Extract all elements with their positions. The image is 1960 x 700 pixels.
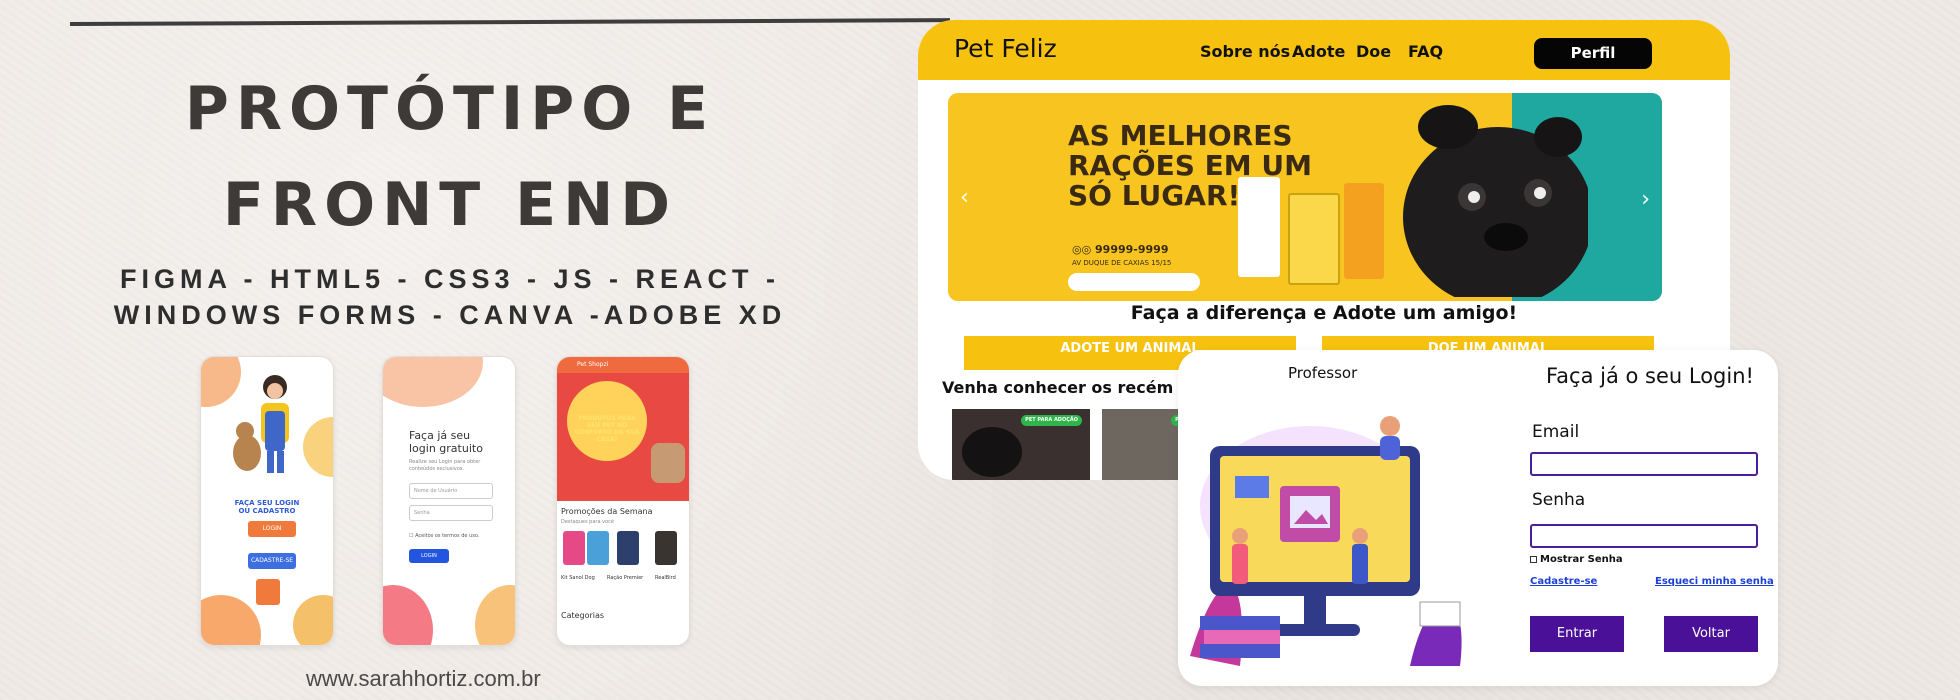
top-divider <box>69 18 951 26</box>
hero-title-line1: PROTÓTIPO E <box>184 74 716 144</box>
food-bag <box>1344 183 1384 279</box>
login-title: Faça já o seu Login! <box>1546 364 1754 388</box>
phone-mockup-login-form: Faça já seu login gratuito Realize seu L… <box>382 356 516 646</box>
pet-shopzi-logo <box>256 579 280 605</box>
decorative-blob <box>475 585 515 645</box>
cat-photo <box>962 427 1022 477</box>
product-name: Ração Premier <box>607 575 644 581</box>
hero-title-line2: FRONT END <box>222 170 678 240</box>
product-name: Kit Sanol Dog <box>561 575 595 581</box>
phone2-password-input[interactable]: Senha <box>409 505 493 521</box>
phone-mockup-pet-shop: Pet Shopzi PRODUTOS PARA SEU PET NO CONF… <box>556 356 690 646</box>
phone2-title: Faça já seu login gratuito <box>409 429 483 455</box>
pug-illustration <box>1403 105 1588 297</box>
pet-card-black-cat[interactable]: PET PARA ADOÇÃO <box>952 409 1090 480</box>
adopt-tagline: Faça a diferença e Adote um amigo! <box>1130 302 1518 324</box>
phone3-section-promotions: Promoções da Semana <box>561 507 653 516</box>
site-url[interactable]: www.sarahhortiz.com.br <box>306 666 541 692</box>
forgot-password-link[interactable]: Esqueci minha senha <box>1655 576 1774 587</box>
decorative-blob <box>383 357 483 407</box>
banner-phone: ◎◎ 99999-9999 <box>1072 243 1169 256</box>
carousel-next-arrow[interactable]: › <box>1641 187 1650 212</box>
show-password-checkbox[interactable]: Mostrar Senha <box>1530 554 1623 565</box>
phone3-banner-text: PRODUTOS PARA SEU PET NO CONFORTO DA SUA… <box>574 415 640 443</box>
signup-link[interactable]: Cadastre-se <box>1530 576 1597 587</box>
pet-navbar: Pet Feliz Sobre nós Adote Doe FAQ Perfil <box>918 20 1730 80</box>
phone2-subtitle: Realize seu Login para obter conteúdos e… <box>409 459 481 472</box>
checkbox-icon <box>1530 556 1537 563</box>
nav-link-doe[interactable]: Doe <box>1356 42 1391 61</box>
decorative-blob <box>293 595 333 645</box>
phone3-banner: PRODUTOS PARA SEU PET NO CONFORTO DA SUA… <box>557 373 689 501</box>
phone2-terms-checkbox[interactable]: ☐ Aceitos os termos de uso. <box>409 533 479 539</box>
banner-address: AV DUQUE DE CAXIAS 15/15 <box>1072 259 1172 267</box>
enter-button[interactable]: Entrar <box>1530 616 1624 652</box>
back-button[interactable]: Voltar <box>1664 616 1758 652</box>
phone2-login-button[interactable]: LOGIN <box>409 549 449 563</box>
carousel-prev-arrow[interactable]: ‹ <box>960 185 969 210</box>
password-label: Senha <box>1532 490 1586 510</box>
phone3-section-categories: Categorias <box>561 611 605 620</box>
product-image <box>617 531 639 565</box>
phone3-section-sub: Destaques para você <box>561 519 614 525</box>
login-page: Professor Faça já o seu Login! Email Sen… <box>1178 350 1778 686</box>
product-image <box>655 531 677 565</box>
nav-link-adote[interactable]: Adote <box>1292 42 1345 61</box>
food-bag <box>1238 177 1280 277</box>
phone2-username-input[interactable]: Nome de Usuário <box>409 483 493 499</box>
password-field[interactable] <box>1530 524 1758 548</box>
show-password-label: Mostrar Senha <box>1540 554 1623 565</box>
product-image <box>587 531 609 565</box>
nav-link-faq[interactable]: FAQ <box>1408 42 1443 61</box>
pet-feliz-logo[interactable]: Pet Feliz <box>954 34 1057 63</box>
phone1-login-button[interactable]: LOGIN <box>248 521 296 537</box>
professor-label: Professor <box>1288 364 1358 382</box>
decorative-blob <box>383 585 433 645</box>
product-name: RealBird <box>655 575 676 581</box>
promo-carousel: AS MELHORES RAÇÕES EM UM SÓ LUGAR! ◎◎ 99… <box>948 93 1662 301</box>
tech-stack-line2: WINDOWS FORMS - CANVA -ADOBE XD <box>113 300 787 330</box>
email-field[interactable] <box>1530 452 1758 476</box>
nav-link-sobre[interactable]: Sobre nós <box>1200 42 1290 61</box>
tech-stack-line1: FIGMA - HTML5 - CSS3 - JS - REACT - <box>120 264 780 294</box>
phone3-header: Pet Shopzi <box>557 357 689 373</box>
payment-cards <box>1068 273 1200 291</box>
phone-mockup-login-choice: FAÇA SEU LOGIN OU CADASTRO LOGIN CADASTR… <box>200 356 334 646</box>
decorative-blob <box>201 595 261 645</box>
girl-with-dog-illustration <box>233 375 289 473</box>
profile-button[interactable]: Perfil <box>1534 38 1652 69</box>
computer-illustration <box>1190 416 1462 666</box>
phone1-title: FAÇA SEU LOGIN OU CADASTRO <box>234 499 300 515</box>
phone2-terms-label: Aceitos os termos de uso. <box>415 533 480 539</box>
phone1-signup-button[interactable]: CADASTRE-SE <box>248 553 296 569</box>
food-bag <box>1288 193 1340 285</box>
decorative-blob <box>303 417 333 477</box>
email-label: Email <box>1532 422 1580 442</box>
dog-photo <box>651 443 685 483</box>
product-image <box>563 531 585 565</box>
adoption-badge: PET PARA ADOÇÃO <box>1021 415 1082 426</box>
